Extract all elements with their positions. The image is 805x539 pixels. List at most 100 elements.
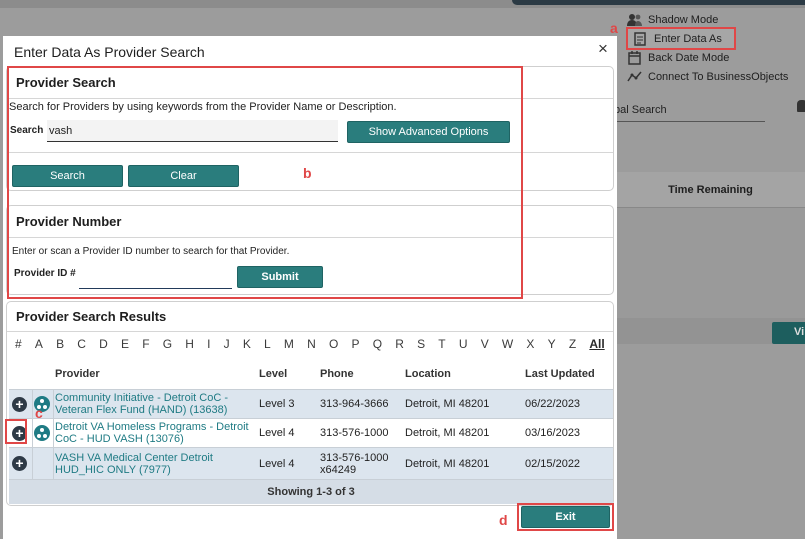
provider-search-results-panel: Provider Search Results # A B C D E F G …	[6, 301, 614, 506]
alpha-filter-w[interactable]: W	[502, 337, 513, 355]
alpha-filter-j[interactable]: J	[224, 337, 230, 355]
menu-item-connect-businessobjects[interactable]: Connect To BusinessObjects	[626, 67, 805, 86]
column-header-phone[interactable]: Phone	[320, 358, 354, 389]
bell-icon[interactable]	[797, 100, 805, 112]
divider	[7, 152, 613, 153]
menu-item-label: Connect To BusinessObjects	[648, 70, 789, 83]
time-remaining-header: Time Remaining	[616, 172, 805, 208]
alpha-filter-t[interactable]: T	[438, 337, 445, 355]
alpha-filter-z[interactable]: Z	[569, 337, 576, 355]
provider-id-label: Provider ID #	[14, 268, 76, 279]
table-row: + Community Initiative - Detroit CoC - V…	[9, 390, 613, 419]
provider-number-panel: Provider Number Enter or scan a Provider…	[6, 205, 614, 295]
divider	[7, 98, 613, 99]
alpha-filter-b[interactable]: B	[56, 337, 64, 355]
alpha-filter-r[interactable]: R	[395, 337, 404, 355]
menu-item-label: Enter Data As	[654, 32, 722, 45]
level-cell: Level 4	[259, 457, 295, 470]
last-updated-cell: 03/16/2023	[525, 427, 581, 439]
last-updated-cell: 06/22/2023	[525, 398, 581, 410]
phone-cell: 313-576-1000	[320, 427, 389, 439]
annotation-label-c: c	[35, 405, 43, 421]
table-row: + VASH VA Medical Center Detroit HUD_HIC…	[9, 448, 613, 480]
global-search-field[interactable]: bal Search	[608, 98, 765, 122]
alpha-filter-m[interactable]: M	[284, 337, 294, 355]
alpha-filter-s[interactable]: S	[417, 337, 425, 355]
alpha-filter-g[interactable]: G	[163, 337, 172, 355]
column-header-location[interactable]: Location	[405, 358, 451, 389]
table-header-row: Provider Level Phone Location Last Updat…	[9, 358, 613, 390]
alpha-filter-y[interactable]: Y	[548, 337, 556, 355]
column-divider	[53, 390, 54, 480]
modal-title: Enter Data As Provider Search	[14, 44, 205, 60]
provider-link[interactable]: Community Initiative - Detroit CoC - Vet…	[55, 390, 255, 418]
last-updated-cell: 02/15/2022	[525, 457, 581, 470]
search-label: Search	[10, 125, 44, 136]
clear-button[interactable]: Clear	[128, 165, 239, 187]
alpha-filter-x[interactable]: X	[526, 337, 534, 355]
table-row: + Detroit VA Homeless Programs - Detroit…	[9, 419, 613, 448]
provider-number-heading: Provider Number	[16, 214, 122, 229]
submit-button[interactable]: Submit	[237, 266, 323, 288]
enter-data-icon	[632, 31, 648, 46]
alpha-filter-p[interactable]: P	[352, 337, 360, 355]
results-count-footer: Showing 1-3 of 3	[9, 480, 613, 504]
provider-search-description: Search for Providers by using keywords f…	[9, 101, 397, 113]
alpha-filter-c[interactable]: C	[77, 337, 86, 355]
location-cell: Detroit, MI 48201	[405, 398, 490, 410]
divider	[7, 237, 613, 238]
alphabet-filter: # A B C D E F G H I J K L M N O P Q R S …	[9, 337, 607, 355]
provider-number-description: Enter or scan a Provider ID number to se…	[12, 246, 290, 257]
column-header-level[interactable]: Level	[259, 358, 287, 389]
alpha-filter-u[interactable]: U	[459, 337, 468, 355]
level-cell: Level 4	[259, 427, 295, 439]
provider-link[interactable]: Detroit VA Homeless Programs - Detroit C…	[55, 419, 255, 447]
alpha-filter-h[interactable]: H	[185, 337, 194, 355]
organization-icon	[34, 425, 50, 441]
shadow-user-icon	[626, 13, 642, 27]
view-button[interactable]: Vi	[772, 322, 805, 344]
location-cell: Detroit, MI 48201	[405, 457, 490, 470]
close-icon[interactable]: ×	[595, 40, 611, 58]
annotation-label-d: d	[499, 512, 508, 528]
menu-item-shadow-mode[interactable]: Shadow Mode	[626, 10, 805, 29]
column-header-last-updated[interactable]: Last Updated	[525, 358, 595, 389]
alpha-filter-v[interactable]: V	[481, 337, 489, 355]
menu-item-back-date-mode[interactable]: Back Date Mode	[626, 48, 805, 67]
alpha-filter-f[interactable]: F	[142, 337, 149, 355]
level-cell: Level 3	[259, 398, 295, 410]
alpha-filter-o[interactable]: O	[329, 337, 338, 355]
column-divider	[32, 390, 33, 480]
annotation-label-a: a	[610, 20, 618, 36]
add-provider-plus-icon[interactable]: +	[12, 396, 27, 412]
provider-link[interactable]: VASH VA Medical Center Detroit HUD_HIC O…	[55, 448, 255, 479]
alpha-filter-d[interactable]: D	[99, 337, 108, 355]
alpha-filter-a[interactable]: A	[35, 337, 43, 355]
provider-id-input[interactable]	[79, 267, 232, 289]
alpha-filter-k[interactable]: K	[243, 337, 251, 355]
alpha-filter-hash[interactable]: #	[15, 337, 22, 355]
chart-icon	[626, 70, 642, 84]
menu-item-label: Back Date Mode	[648, 51, 730, 64]
phone-cell: 313-576-1000 x64249	[320, 451, 389, 476]
results-heading: Provider Search Results	[16, 309, 167, 324]
alpha-filter-e[interactable]: E	[121, 337, 129, 355]
search-input[interactable]	[47, 120, 338, 142]
alpha-filter-n[interactable]: N	[307, 337, 316, 355]
user-menu: Shadow Mode Enter Data As Back Date Mode…	[626, 10, 805, 86]
menu-item-label: Shadow Mode	[648, 13, 719, 26]
alpha-filter-all[interactable]: All	[589, 337, 604, 355]
add-provider-plus-icon[interactable]: +	[12, 456, 27, 471]
add-provider-plus-icon[interactable]: +	[12, 425, 27, 441]
alpha-filter-q[interactable]: Q	[373, 337, 382, 355]
exit-button[interactable]: Exit	[521, 506, 610, 528]
alpha-filter-i[interactable]: I	[207, 337, 210, 355]
menu-item-enter-data-as[interactable]: Enter Data As	[626, 27, 736, 50]
location-cell: Detroit, MI 48201	[405, 427, 490, 439]
top-dark-bar	[512, 0, 805, 5]
show-advanced-options-button[interactable]: Show Advanced Options	[347, 121, 510, 143]
search-button[interactable]: Search	[12, 165, 123, 187]
divider	[7, 331, 613, 332]
column-header-provider[interactable]: Provider	[55, 358, 100, 389]
alpha-filter-l[interactable]: L	[264, 337, 271, 355]
